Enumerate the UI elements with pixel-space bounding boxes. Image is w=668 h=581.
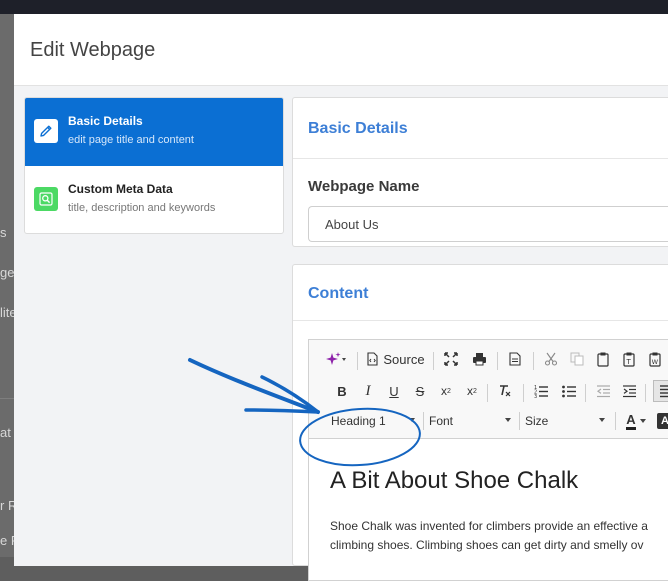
toolbar-separator [433,352,434,370]
toolbar-row: Source T W [317,348,668,374]
chevron-down-icon [505,418,511,422]
nav-item-title: Custom Meta Data [68,182,173,196]
source-button[interactable]: Source [363,348,427,370]
size-dropdown[interactable]: Size [523,410,609,432]
size-dropdown-value: Size [525,414,549,428]
print-icon[interactable] [467,348,491,370]
toolbar-row: Heading 1 Font Size A A [317,410,668,436]
chevron-down-icon [409,418,415,422]
modal-title: Edit Webpage [30,39,156,61]
paste-from-word-icon[interactable]: W [643,348,667,370]
superscript-button[interactable]: x2 [461,380,483,402]
section-nav: Basic Details edit page title and conten… [24,97,284,234]
content-paragraph-line: Shoe Chalk was invented for climbers pro… [330,519,648,533]
cut-icon[interactable] [539,348,563,370]
format-dropdown[interactable]: Heading 1 [327,410,419,432]
italic-button[interactable]: I [357,380,379,402]
toolbar-separator [645,384,646,402]
ai-assist-button[interactable] [323,348,351,370]
background-top-bar [0,0,668,14]
webpage-name-label: Webpage Name [308,178,420,195]
font-dropdown-value: Font [429,414,454,428]
background-color-button[interactable]: A [657,413,668,429]
nav-item-title: Basic Details [68,114,143,128]
source-icon [367,352,378,366]
nav-item-subtitle: edit page title and content [68,134,194,146]
align-left-icon[interactable] [653,380,668,402]
toolbar-row: B I U S x2 x2 1 2 3 [317,380,668,406]
remove-format-icon[interactable] [493,380,517,402]
panel-header: Content [293,265,668,321]
background-color-label: A [661,415,668,427]
paste-text-icon[interactable]: T [617,348,641,370]
background-text: s [0,225,7,240]
panel-title: Basic Details [308,120,408,137]
content-paragraph-line: climbing shoes. Climbing shoes can get d… [330,538,644,552]
toolbar-separator [423,412,424,430]
toolbar-separator [523,384,524,402]
background-text: ge [0,265,15,280]
pencil-icon [34,119,58,143]
edit-webpage-modal: Edit Webpage Basic Details edit page tit… [14,14,668,581]
maximize-icon[interactable] [439,348,463,370]
nav-item-custom-meta-data[interactable]: Custom Meta Data title, description and … [25,166,283,233]
copy-icon[interactable] [565,348,589,370]
toolbar-separator [519,412,520,430]
background-text: at [0,425,11,440]
basic-details-panel: Basic Details Webpage Name [292,97,668,247]
svg-text:W: W [652,358,659,366]
nav-item-subtitle: title, description and keywords [68,202,216,214]
panel-header: Basic Details [293,98,668,159]
toolbar-separator [497,352,498,370]
toolbar-separator [585,384,586,402]
svg-text:3: 3 [534,394,537,398]
numbered-list-icon[interactable]: 1 2 3 [529,380,553,402]
templates-icon[interactable] [503,348,527,370]
modal-header: Edit Webpage [14,14,668,86]
subscript-button[interactable]: x2 [435,380,457,402]
background-divider [0,398,14,399]
background-sidebar [0,14,14,557]
indent-icon[interactable] [617,380,641,402]
content-heading: A Bit About Shoe Chalk [330,467,579,494]
content-panel: Content Source T W B I U S x 2 x 2 1 2 3… [292,264,668,581]
modal-body: Basic Details edit page title and conten… [14,86,668,581]
paste-icon[interactable] [591,348,615,370]
font-dropdown[interactable]: Font [427,410,515,432]
bold-button[interactable]: B [331,380,353,402]
underline-button[interactable]: U [383,380,405,402]
editor-content-area[interactable]: A Bit About Shoe Chalk Shoe Chalk was in… [309,439,668,580]
svg-text:T: T [626,358,632,366]
editor-toolbar: Source T W B I U S x 2 x 2 1 2 3 Heading… [309,340,668,439]
search-icon [34,187,58,211]
toolbar-separator [357,352,358,370]
content-paragraph: Shoe Chalk was invented for climbers pro… [330,517,668,555]
strikethrough-button[interactable]: S [409,380,431,402]
toolbar-separator [615,412,616,430]
nav-item-basic-details[interactable]: Basic Details edit page title and conten… [25,98,283,166]
webpage-name-input[interactable] [308,206,668,242]
outdent-icon[interactable] [591,380,615,402]
chevron-down-icon [639,419,646,423]
rich-text-editor: Source T W B I U S x 2 x 2 1 2 3 Heading… [308,339,668,581]
text-color-label: A [626,412,636,430]
panel-title: Content [308,285,369,302]
toolbar-separator [533,352,534,370]
toolbar-separator [487,384,488,402]
text-color-button[interactable]: A [621,410,651,432]
chevron-down-icon [599,418,605,422]
source-label: Source [383,351,425,367]
bullet-list-icon[interactable] [557,380,581,402]
format-dropdown-value: Heading 1 [331,414,386,428]
